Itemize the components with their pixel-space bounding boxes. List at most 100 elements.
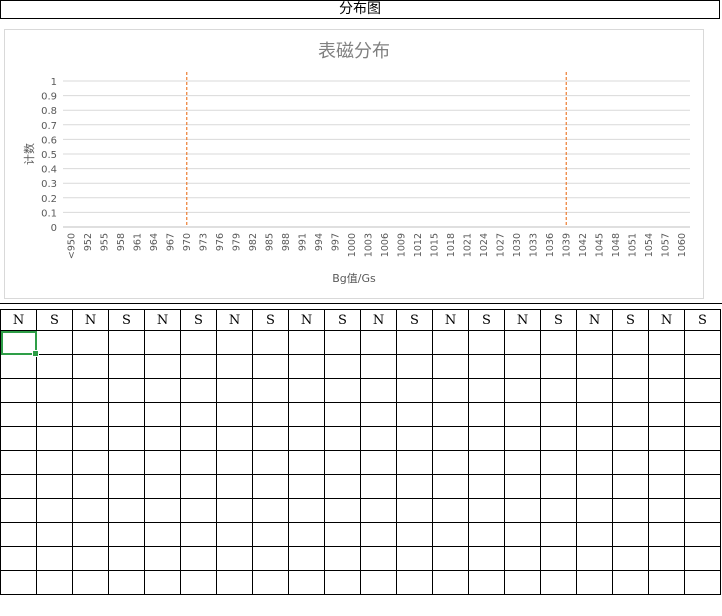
grid-cell[interactable] [612,498,649,523]
grid-cell[interactable] [324,450,361,475]
grid-cell[interactable] [144,546,181,571]
grid-cell[interactable] [36,474,73,499]
grid-cell[interactable] [540,330,577,355]
grid-cell[interactable] [396,546,433,571]
grid-cell[interactable] [396,426,433,451]
grid-cell[interactable] [576,354,613,379]
grid-cell[interactable] [108,378,145,403]
grid-cell[interactable] [360,522,397,547]
column-header-cell[interactable]: N [648,309,685,331]
grid-cell[interactable] [180,402,217,427]
grid-cell[interactable] [360,402,397,427]
grid-cell[interactable] [72,474,109,499]
grid-cell[interactable] [288,450,325,475]
grid-cell[interactable] [108,330,145,355]
grid-cell[interactable] [360,378,397,403]
grid-cell[interactable] [252,570,289,595]
grid-cell[interactable] [432,378,469,403]
grid-cell[interactable] [576,402,613,427]
grid-cell[interactable] [540,570,577,595]
grid-cell[interactable] [648,546,685,571]
grid-cell[interactable] [684,450,721,475]
grid-cell[interactable] [684,330,721,355]
grid-cell[interactable] [576,498,613,523]
grid-cell[interactable] [144,522,181,547]
grid-cell[interactable] [252,354,289,379]
grid-cell[interactable] [396,570,433,595]
grid-cell[interactable] [468,330,505,355]
grid-cell[interactable] [396,402,433,427]
grid-cell[interactable] [576,570,613,595]
grid-cell[interactable] [576,426,613,451]
grid-cell[interactable] [396,330,433,355]
column-header-cell[interactable]: N [504,309,541,331]
grid-cell[interactable] [0,546,37,571]
grid-cell[interactable] [360,354,397,379]
grid-cell[interactable] [504,570,541,595]
grid-cell[interactable] [648,522,685,547]
grid-cell[interactable] [612,522,649,547]
grid-cell[interactable] [648,330,685,355]
grid-cell[interactable] [72,450,109,475]
grid-cell[interactable] [504,402,541,427]
grid-cell[interactable] [288,570,325,595]
grid-cell[interactable] [540,546,577,571]
grid-cell[interactable] [540,354,577,379]
grid-cell[interactable] [108,522,145,547]
grid-cell[interactable] [36,402,73,427]
grid-cell[interactable] [180,522,217,547]
column-header-cell[interactable]: S [540,309,577,331]
column-header-cell[interactable]: N [360,309,397,331]
grid-cell[interactable] [108,570,145,595]
grid-cell[interactable] [684,402,721,427]
grid-cell[interactable] [576,474,613,499]
grid-cell[interactable] [216,378,253,403]
grid-cell[interactable] [288,402,325,427]
grid-cell[interactable] [36,354,73,379]
grid-cell[interactable] [72,330,109,355]
grid-cell[interactable] [0,354,37,379]
column-header-cell[interactable]: N [576,309,613,331]
grid-cell[interactable] [144,402,181,427]
grid-cell[interactable] [36,522,73,547]
column-header-cell[interactable]: N [0,309,37,331]
grid-cell[interactable] [504,330,541,355]
grid-cell[interactable] [216,570,253,595]
grid-cell[interactable] [540,426,577,451]
grid-cell[interactable] [144,330,181,355]
grid-cell[interactable] [504,522,541,547]
grid-cell[interactable] [504,426,541,451]
grid-cell[interactable] [432,522,469,547]
grid-cell[interactable] [216,402,253,427]
grid-cell[interactable] [180,426,217,451]
grid-cell[interactable] [216,426,253,451]
column-header-cell[interactable]: S [684,309,721,331]
grid-cell[interactable] [180,330,217,355]
grid-cell[interactable] [108,498,145,523]
grid-cell[interactable] [324,570,361,595]
grid-cell[interactable] [216,450,253,475]
grid-cell[interactable] [612,474,649,499]
grid-cell[interactable] [0,474,37,499]
grid-cell[interactable] [360,498,397,523]
grid-cell[interactable] [432,498,469,523]
grid-cell[interactable] [72,570,109,595]
grid-cell[interactable] [468,474,505,499]
grid-cell[interactable] [612,354,649,379]
grid-cell[interactable] [252,426,289,451]
grid-cell[interactable] [216,546,253,571]
grid-cell[interactable] [216,330,253,355]
column-header-cell[interactable]: N [432,309,469,331]
grid-cell[interactable] [540,522,577,547]
grid-cell[interactable] [648,354,685,379]
grid-cell[interactable] [504,546,541,571]
column-header-cell[interactable]: N [144,309,181,331]
grid-cell[interactable] [324,498,361,523]
grid-cell[interactable] [468,570,505,595]
grid-cell[interactable] [504,378,541,403]
grid-cell[interactable] [36,546,73,571]
column-header-cell[interactable]: S [252,309,289,331]
grid-cell[interactable] [576,546,613,571]
grid-cell[interactable] [540,498,577,523]
column-header-cell[interactable]: S [108,309,145,331]
